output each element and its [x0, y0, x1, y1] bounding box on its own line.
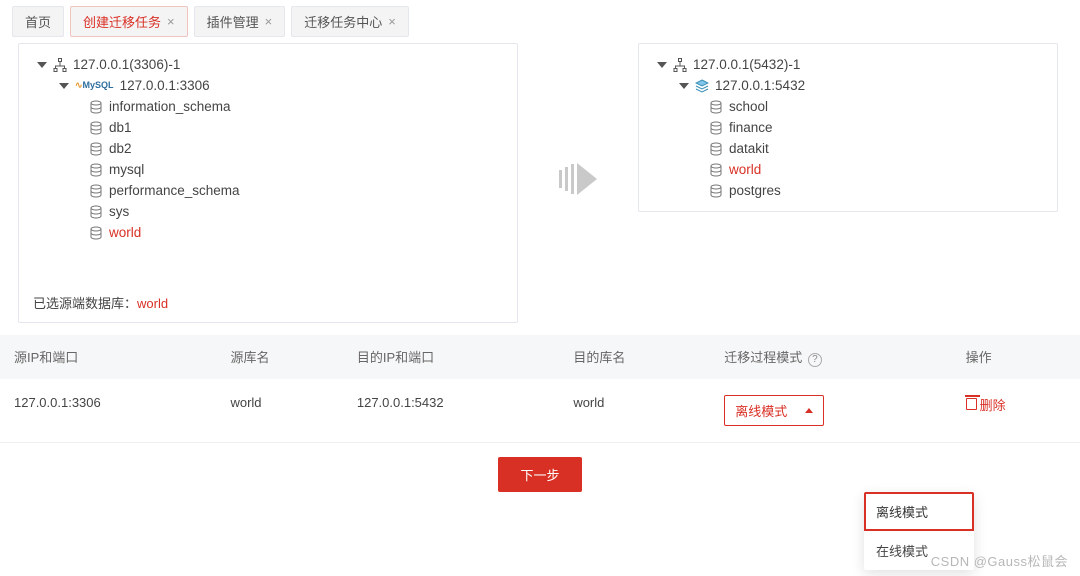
next-button[interactable]: 下一步 [498, 457, 581, 492]
col-src-db: 源库名 [216, 335, 342, 379]
watermark: CSDN @Gauss松鼠会 [931, 551, 1068, 570]
caret-down-icon [37, 62, 47, 68]
source-db-item[interactable]: sys [33, 201, 503, 222]
source-db-item[interactable]: db2 [33, 138, 503, 159]
caret-down-icon [59, 83, 69, 89]
network-icon [53, 58, 67, 72]
tree-root-label: 127.0.0.1(3306)-1 [73, 57, 180, 72]
close-icon[interactable]: × [388, 14, 396, 29]
source-db-item[interactable]: db1 [33, 117, 503, 138]
caret-down-icon [657, 62, 667, 68]
target-tree-card: 127.0.0.1(5432)-1 127.0.0.1:5432 school … [638, 43, 1058, 212]
database-icon [89, 205, 103, 219]
col-ops: 操作 [952, 335, 1080, 379]
target-db-item[interactable]: school [653, 96, 1043, 117]
tab-bar: 首页 创建迁移任务 × 插件管理 × 迁移任务中心 × [0, 0, 1080, 43]
db-label: datakit [729, 141, 769, 156]
cell-dst-ip: 127.0.0.1:5432 [343, 379, 559, 443]
delete-label: 删除 [980, 395, 1006, 414]
mode-select[interactable]: 离线模式 [724, 395, 824, 426]
tab-home[interactable]: 首页 [12, 6, 64, 37]
db-label: finance [729, 120, 773, 135]
target-db-item[interactable]: datakit [653, 138, 1043, 159]
database-icon [89, 184, 103, 198]
tab-label: 首页 [25, 12, 51, 31]
tab-label: 迁移任务中心 [304, 12, 382, 31]
cell-src-db: world [216, 379, 342, 443]
source-db-item[interactable]: performance_schema [33, 180, 503, 201]
help-icon[interactable]: ? [808, 353, 822, 367]
tab-task-center[interactable]: 迁移任务中心 × [291, 6, 409, 37]
database-icon [709, 184, 723, 198]
selected-source-label: 已选源端数据库：world [33, 283, 503, 312]
cell-dst-db: world [559, 379, 710, 443]
database-icon [89, 163, 103, 177]
tree-connection[interactable]: 127.0.0.1:5432 [653, 75, 1043, 96]
db-label: performance_schema [109, 183, 240, 198]
db-label: world [729, 162, 761, 177]
db-label: db1 [109, 120, 132, 135]
cell-src-ip: 127.0.0.1:3306 [0, 379, 216, 443]
network-icon [673, 58, 687, 72]
col-dst-db: 目的库名 [559, 335, 710, 379]
db-label: postgres [729, 183, 781, 198]
database-icon [89, 142, 103, 156]
mode-option-offline[interactable]: 离线模式 [864, 492, 974, 531]
db-label: information_schema [109, 99, 231, 114]
table-row: 127.0.0.1:3306 world 127.0.0.1:5432 worl… [0, 379, 1080, 443]
source-db-item-selected[interactable]: world [33, 222, 503, 243]
tree-root[interactable]: 127.0.0.1(3306)-1 [33, 54, 503, 75]
tree-connection[interactable]: ∿MySQL 127.0.0.1:3306 [33, 75, 503, 96]
database-icon [709, 142, 723, 156]
col-mode-label: 迁移过程模式 [724, 350, 802, 365]
database-icon [89, 100, 103, 114]
db-label: world [109, 225, 141, 240]
target-db-item[interactable]: finance [653, 117, 1043, 138]
delete-button[interactable]: 删除 [966, 395, 1006, 414]
database-icon [89, 121, 103, 135]
tree-area: 127.0.0.1(3306)-1 ∿MySQL 127.0.0.1:3306 … [0, 43, 1080, 323]
mysql-icon: ∿MySQL [75, 80, 114, 91]
transfer-arrow [518, 43, 638, 195]
tree-root[interactable]: 127.0.0.1(5432)-1 [653, 54, 1043, 75]
tree-conn-label: 127.0.0.1:3306 [120, 78, 210, 93]
close-icon[interactable]: × [167, 14, 175, 29]
db-label: db2 [109, 141, 132, 156]
tab-label: 插件管理 [207, 12, 259, 31]
mode-select-value: 离线模式 [735, 401, 787, 420]
selected-prefix: 已选源端数据库： [33, 296, 137, 311]
col-src-ip: 源IP和端口 [0, 335, 216, 379]
col-mode: 迁移过程模式 ? [710, 335, 951, 379]
tab-label: 创建迁移任务 [83, 12, 161, 31]
selected-db-name: world [137, 296, 168, 311]
db-label: sys [109, 204, 129, 219]
source-db-item[interactable]: information_schema [33, 96, 503, 117]
caret-down-icon [679, 83, 689, 89]
target-db-item-selected[interactable]: world [653, 159, 1043, 180]
database-icon [709, 121, 723, 135]
tree-root-label: 127.0.0.1(5432)-1 [693, 57, 800, 72]
tree-conn-label: 127.0.0.1:5432 [715, 78, 805, 93]
col-dst-ip: 目的IP和端口 [343, 335, 559, 379]
trash-icon [966, 398, 977, 410]
chevron-up-icon [805, 408, 813, 413]
tab-plugins[interactable]: 插件管理 × [194, 6, 286, 37]
database-icon [709, 163, 723, 177]
source-tree-card: 127.0.0.1(3306)-1 ∿MySQL 127.0.0.1:3306 … [18, 43, 518, 323]
database-icon [709, 100, 723, 114]
tab-create-migration[interactable]: 创建迁移任务 × [70, 6, 188, 37]
stack-icon [695, 79, 709, 93]
arrow-right-icon [559, 163, 597, 195]
db-label: school [729, 99, 768, 114]
database-icon [89, 226, 103, 240]
target-db-item[interactable]: postgres [653, 180, 1043, 201]
mapping-table: 源IP和端口 源库名 目的IP和端口 目的库名 迁移过程模式 ? 操作 127.… [0, 335, 1080, 443]
db-label: mysql [109, 162, 144, 177]
close-icon[interactable]: × [265, 14, 273, 29]
source-db-item[interactable]: mysql [33, 159, 503, 180]
